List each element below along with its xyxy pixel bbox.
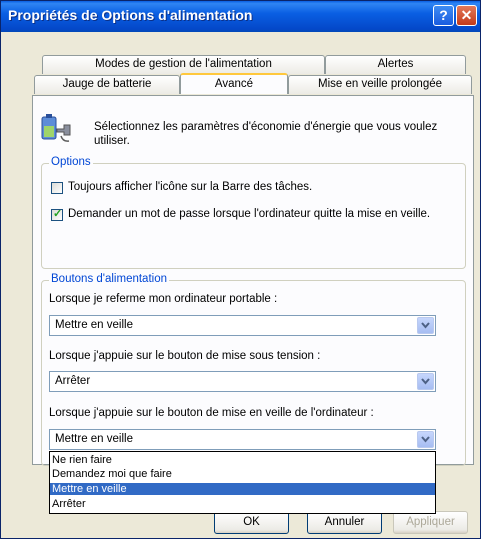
- help-button[interactable]: ?: [433, 5, 454, 26]
- show-icon-label-text: Toujours afficher l'icône sur la Barre d…: [68, 181, 313, 193]
- tab-advanced[interactable]: Avancé: [180, 73, 288, 94]
- close-button[interactable]: ✕: [456, 5, 477, 26]
- chevron-down-icon[interactable]: [417, 431, 434, 448]
- password-label-text: Demander un mot de passe lorsque l'ordin…: [68, 208, 431, 220]
- power-button-label: Lorsque j'appuie sur le bouton de mise s…: [49, 350, 321, 362]
- dropdown-option-selected[interactable]: Mettre en veille: [50, 483, 435, 495]
- sleep-options-list[interactable]: Ne rien faire Demandez moi que faire Met…: [49, 451, 436, 514]
- sleep-button-label: Lorsque j'appuie sur le bouton de mise e…: [49, 407, 374, 419]
- lid-close-label: Lorsque je referme mon ordinateur portab…: [49, 293, 278, 305]
- sleep-button-value: Mettre en veille: [55, 433, 133, 445]
- chevron-down-icon[interactable]: [417, 317, 434, 334]
- show-icon-label[interactable]: Toujours afficher l'icône sur la Barre d…: [68, 181, 312, 193]
- tab-hibernate[interactable]: Mise en veille prolongée: [288, 75, 472, 94]
- checkmark-icon: ✓: [53, 208, 63, 220]
- cancel-button[interactable]: Annuler: [307, 511, 382, 534]
- intro-text: Sélectionnez les paramètres d'économie d…: [94, 121, 438, 147]
- tab-power-meter[interactable]: Jauge de batterie: [34, 75, 180, 94]
- power-buttons-legend: Boutons d'alimentation: [49, 273, 169, 285]
- lid-close-value: Mettre en veille: [55, 319, 133, 331]
- show-icon-checkbox[interactable]: [51, 182, 63, 194]
- power-button-dropdown[interactable]: Arrêter: [49, 371, 436, 392]
- sleep-button-dropdown[interactable]: Mettre en veille: [49, 429, 436, 450]
- password-label[interactable]: Demander un mot de passe lorsque l'ordin…: [68, 208, 430, 220]
- window-title: Propriétés de Options d'alimentation: [8, 7, 253, 23]
- title-bar[interactable]: Propriétés de Options d'alimentation ? ✕: [1, 1, 480, 32]
- chevron-down-icon[interactable]: [417, 373, 434, 390]
- ok-button[interactable]: OK: [214, 511, 289, 534]
- tab-power-schemes[interactable]: Modes de gestion de l'alimentation: [42, 55, 325, 74]
- dropdown-option[interactable]: Demandez moi que faire: [50, 468, 435, 480]
- power-button-value: Arrêter: [55, 375, 91, 387]
- dropdown-option[interactable]: Ne rien faire: [50, 454, 435, 466]
- tab-alarms[interactable]: Alertes: [325, 55, 466, 74]
- lid-close-dropdown[interactable]: Mettre en veille: [49, 315, 436, 336]
- power-options-dialog: Propriétés de Options d'alimentation ? ✕…: [0, 0, 481, 539]
- options-legend: Options: [49, 156, 93, 168]
- password-checkbox[interactable]: ✓: [51, 208, 63, 221]
- dropdown-option[interactable]: Arrêter: [50, 498, 435, 510]
- power-settings-icon: [39, 112, 73, 144]
- apply-button[interactable]: Appliquer: [393, 511, 468, 534]
